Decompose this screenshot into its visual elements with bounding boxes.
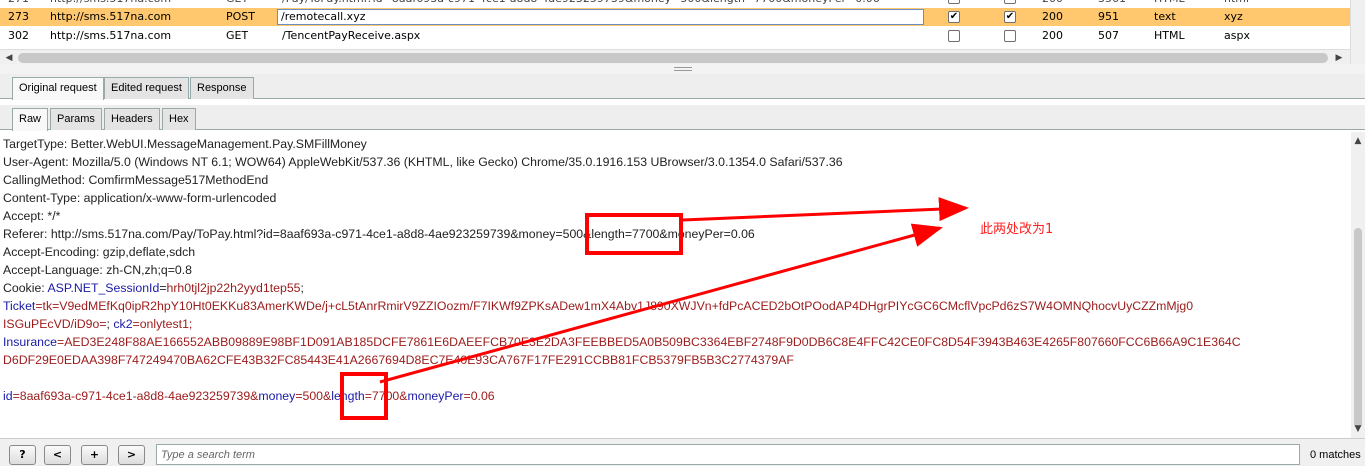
search-input[interactable] (156, 444, 1300, 465)
annotation-arrows (379, 197, 969, 384)
add-button[interactable]: + (81, 445, 108, 465)
help-button[interactable]: ? (9, 445, 36, 465)
arrow-line (682, 197, 969, 222)
previous-button[interactable]: < (44, 445, 71, 465)
arrow-line (379, 223, 943, 384)
match-count: 0 matches (1310, 449, 1361, 461)
next-button[interactable]: > (118, 445, 145, 465)
search-bar: ? < + > 0 matches (0, 438, 1365, 466)
annotation-note: 此两处改为1 (980, 222, 1054, 237)
